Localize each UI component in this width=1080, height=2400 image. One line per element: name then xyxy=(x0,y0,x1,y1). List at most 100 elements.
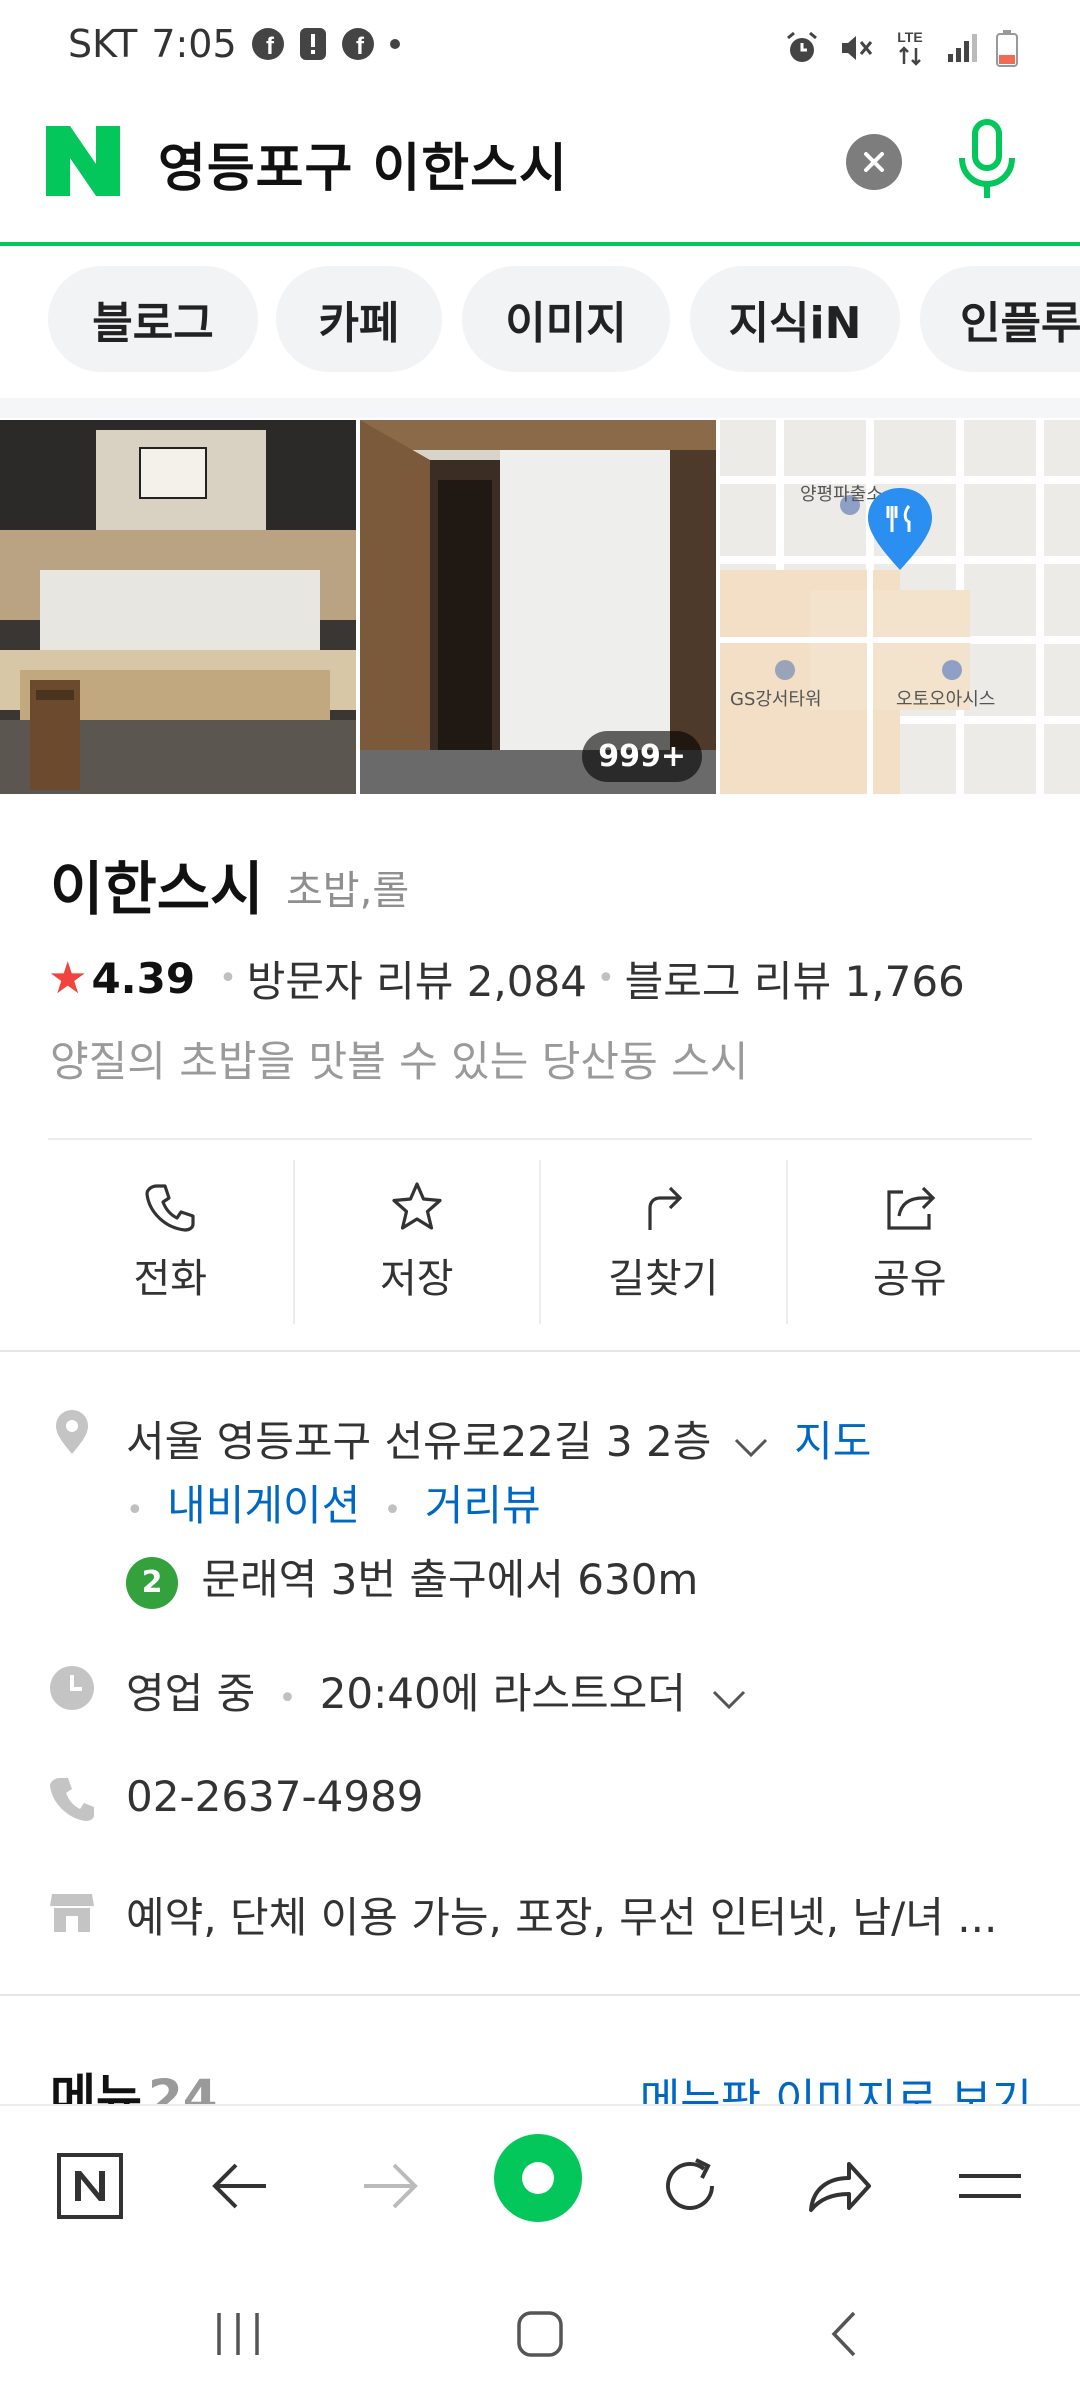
mute-icon xyxy=(838,30,874,66)
system-back-button[interactable] xyxy=(804,2294,884,2374)
green-dot-button[interactable] xyxy=(490,2130,586,2226)
separator-dot: • xyxy=(596,961,615,996)
svg-text:LTE: LTE xyxy=(897,29,922,45)
call-label: 전화 xyxy=(133,1256,208,1302)
tab-blog[interactable]: 블로그 xyxy=(48,266,258,372)
map-label-gs-tower: GS강서타워 xyxy=(730,689,822,710)
naver-home-button[interactable] xyxy=(46,2142,134,2230)
home-button[interactable] xyxy=(500,2294,580,2374)
browser-toolbar xyxy=(0,2104,1080,2264)
navigation-link[interactable]: 내비게이션 xyxy=(167,1481,360,1530)
back-icon xyxy=(212,2163,266,2209)
naver-home-icon xyxy=(57,2153,123,2219)
divider xyxy=(0,1350,1080,1352)
tab-cafe[interactable]: 카페 xyxy=(276,266,442,372)
photo-count-badge[interactable]: 999+ xyxy=(582,731,702,782)
amenities-text[interactable]: 예약, 단체 이용 가능, 포장, 무선 인터넷, 남/녀 ... xyxy=(126,1884,997,1945)
clear-search-button[interactable] xyxy=(846,134,902,190)
hours-detail: 20:40에 라스트오더 xyxy=(319,1669,686,1718)
svg-text:f: f xyxy=(266,33,275,60)
menu-icon xyxy=(959,2174,1021,2198)
separator-dot: • xyxy=(278,1681,297,1716)
map-label-auto-oasis: 오토오아시스 xyxy=(896,689,995,710)
facebook-icon: f xyxy=(251,27,285,61)
tab-knowledge-in[interactable]: 지식iN xyxy=(690,266,900,372)
back-button[interactable] xyxy=(196,2142,284,2230)
battery-icon xyxy=(996,29,1018,67)
svg-text:f: f xyxy=(356,33,365,60)
address-row: 서울 영등포구 선유로22길 3 2층 지도 xyxy=(126,1408,871,1469)
hours-status: 영업 중 xyxy=(126,1669,256,1718)
visitor-reviews-link[interactable]: 방문자 리뷰 2,084 xyxy=(247,948,587,1009)
map-link[interactable]: 지도 xyxy=(794,1417,871,1466)
refresh-button[interactable] xyxy=(646,2142,734,2230)
hours-row[interactable]: 영업 중 • 20:40에 라스트오더 xyxy=(126,1660,747,1721)
alert-icon xyxy=(299,27,327,61)
dot-icon xyxy=(389,38,401,50)
call-button[interactable]: 전화 xyxy=(48,1160,295,1324)
place-name[interactable]: 이한스시 xyxy=(50,842,263,926)
place-description: 양질의 초밥을 맛볼 수 있는 당산동 스시 xyxy=(50,1037,749,1086)
directions-icon xyxy=(648,1186,683,1230)
restaurant-photo-2[interactable]: 999+ xyxy=(360,420,716,794)
save-label: 저장 xyxy=(379,1256,454,1302)
alarm-icon xyxy=(784,30,820,66)
action-bar: 전화 저장 길찾기 공유 xyxy=(48,1160,1032,1324)
back-icon xyxy=(831,2311,856,2357)
separator-dot: • xyxy=(126,1493,144,1528)
tab-images[interactable]: 이미지 xyxy=(462,266,670,372)
close-icon xyxy=(864,152,884,172)
divider xyxy=(48,1138,1032,1140)
directions-label: 길찾기 xyxy=(608,1256,719,1302)
photo-strip: 999+ 양평파출소 GS강서타워 오토오아시스 xyxy=(0,420,1080,794)
location-map[interactable]: 양평파출소 GS강서타워 오토오아시스 xyxy=(720,420,1080,794)
lte-icon: LTE xyxy=(892,28,928,68)
save-button[interactable]: 저장 xyxy=(295,1160,541,1324)
facebook-icon: f xyxy=(341,27,375,61)
share-button[interactable]: 공유 xyxy=(788,1160,1033,1324)
signal-icon xyxy=(946,32,978,64)
naver-logo[interactable] xyxy=(46,126,120,196)
directions-button[interactable]: 길찾기 xyxy=(541,1160,788,1324)
store-icon xyxy=(48,1888,96,1936)
address-text[interactable]: 서울 영등포구 선유로22길 3 2층 xyxy=(126,1417,711,1466)
tab-influencer[interactable]: 인플루 xyxy=(920,266,1080,372)
forward-button[interactable] xyxy=(346,2142,434,2230)
star-icon xyxy=(392,1182,442,1230)
status-bar: SKT 7:05 f f LTE xyxy=(0,0,1080,96)
separator-dot: • xyxy=(219,961,237,996)
share-page-button[interactable] xyxy=(796,2142,884,2230)
chevron-down-icon[interactable] xyxy=(711,1672,747,1721)
search-header: 영등포구 이한스시 xyxy=(0,100,1080,246)
section-separator xyxy=(0,398,1080,418)
voice-search-button[interactable] xyxy=(952,118,1022,204)
browser-menu-button[interactable] xyxy=(946,2142,1034,2230)
home-icon xyxy=(517,2311,563,2357)
location-pin-icon xyxy=(48,1408,96,1456)
share-icon xyxy=(887,1186,936,1230)
restaurant-photo-1[interactable] xyxy=(0,420,356,794)
subway-directions-text: 문래역 3번 출구에서 630m xyxy=(201,1555,699,1604)
phone-number[interactable]: 02-2637-4989 xyxy=(126,1772,424,1821)
star-icon: ★ xyxy=(48,953,88,1004)
search-tabs: 블로그 카페 이미지 지식iN 인플루 xyxy=(0,266,1080,376)
clock-icon xyxy=(48,1664,96,1712)
time-label: 7:05 xyxy=(151,22,237,66)
map-label-police: 양평파출소 xyxy=(800,484,883,505)
separator-dot: • xyxy=(383,1493,402,1528)
recents-button[interactable] xyxy=(198,2294,278,2374)
subway-row: 2 문래역 3번 출구에서 630m xyxy=(126,1546,698,1609)
chevron-down-icon[interactable] xyxy=(733,1420,769,1469)
navigation-links: • 내비게이션 • 거리뷰 xyxy=(126,1472,541,1533)
search-input[interactable]: 영등포구 이한스시 xyxy=(158,126,568,201)
place-category: 초밥,롤 xyxy=(286,868,410,914)
blog-reviews-link[interactable]: 블로그 리뷰 1,766 xyxy=(625,948,965,1009)
refresh-icon xyxy=(666,2158,714,2210)
microphone-icon xyxy=(959,119,1015,198)
forward-icon xyxy=(364,2163,418,2209)
rating-row: ★ 4.39 • 방문자 리뷰 2,084 • 블로그 리뷰 1,766 xyxy=(48,948,965,1009)
phone-icon xyxy=(145,1184,195,1232)
phone-icon xyxy=(48,1774,96,1822)
rating-value: 4.39 xyxy=(91,954,196,1003)
streetview-link[interactable]: 거리뷰 xyxy=(425,1481,541,1530)
